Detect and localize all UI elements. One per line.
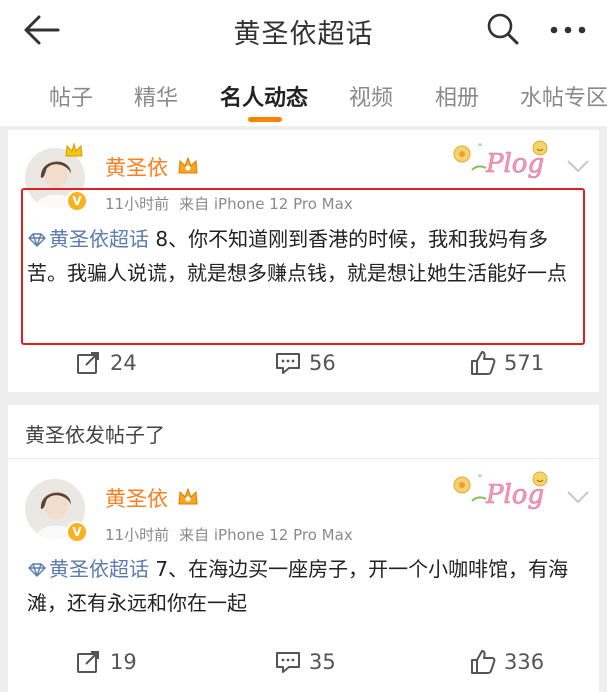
thumbs-up-icon xyxy=(471,650,496,674)
search-icon[interactable] xyxy=(486,12,520,46)
tab-celebrity-updates[interactable]: 名人动态 xyxy=(220,80,308,112)
plog-sticker-icon: Plog xyxy=(448,136,560,184)
post-meta: 11小时前 来自 iPhone 12 Pro Max xyxy=(105,524,353,545)
topic-link[interactable]: 黄圣依超话 xyxy=(27,557,149,581)
tab-casual-posts[interactable]: 水帖专区 xyxy=(520,80,607,112)
plog-sticker-icon: Plog xyxy=(448,467,560,515)
post-card: V 黄圣依 11小时前 来自 iPhone 12 Pro Max Plog 黄圣… xyxy=(8,130,599,392)
section-title: 黄圣依发帖子了 xyxy=(25,423,165,447)
post-actions: 19 35 336 xyxy=(8,642,599,682)
like-button[interactable]: 571 xyxy=(470,343,544,383)
active-tab-indicator xyxy=(248,117,282,122)
diamond-icon xyxy=(28,563,46,577)
comment-icon xyxy=(276,353,300,374)
post-time: 11小时前 xyxy=(105,526,170,544)
tab-featured[interactable]: 精华 xyxy=(134,80,178,112)
comment-count: 35 xyxy=(309,650,336,674)
repost-count: 19 xyxy=(110,650,137,674)
comment-icon xyxy=(276,652,300,673)
like-count: 336 xyxy=(504,650,545,674)
post-source: 来自 iPhone 12 Pro Max xyxy=(179,526,353,544)
highlight-box xyxy=(21,188,585,345)
chevron-down-icon[interactable] xyxy=(565,158,591,174)
repost-icon xyxy=(77,352,99,374)
thumbs-up-icon xyxy=(471,351,496,375)
tab-posts[interactable]: 帖子 xyxy=(49,80,93,112)
chevron-down-icon[interactable] xyxy=(565,489,591,505)
top-bar: 黄圣依超话 xyxy=(0,0,607,64)
like-button[interactable]: 336 xyxy=(470,642,544,682)
post-card: 黄圣依发帖子了 V 黄圣依 11小时前来自 iPhone 12 Pro Max xyxy=(8,405,599,692)
post-actions: 24 56 571 xyxy=(8,343,599,383)
repost-button[interactable]: 19 xyxy=(76,642,137,682)
comment-button[interactable]: 35 xyxy=(275,642,336,682)
author-name[interactable]: 黄圣依 xyxy=(105,152,168,182)
author-name[interactable]: 黄圣依 xyxy=(105,483,168,513)
topic-label: 黄圣依超话 xyxy=(49,557,149,581)
crown-icon xyxy=(64,142,84,158)
supertopic-page: 黄圣依超话 帖子 精华 名人动态 视频 相册 水帖专区 V 黄圣依 11小时前 … xyxy=(0,0,607,692)
more-icon[interactable] xyxy=(548,14,588,44)
tab-videos[interactable]: 视频 xyxy=(349,80,393,112)
like-count: 571 xyxy=(504,351,545,375)
repost-count: 24 xyxy=(110,351,137,375)
repost-button[interactable]: 24 xyxy=(76,343,137,383)
verified-badge-icon: V xyxy=(66,521,88,543)
vip-crown-icon xyxy=(176,486,200,508)
comment-count: 56 xyxy=(309,351,336,375)
tab-bar: 帖子 精华 名人动态 视频 相册 水帖专区 xyxy=(0,64,607,126)
vip-crown-icon xyxy=(176,155,200,177)
divider xyxy=(8,458,599,459)
comment-button[interactable]: 56 xyxy=(275,343,336,383)
post-text[interactable]: 黄圣依超话 7、在海边买一座房子，开一个小咖啡馆，有海滩，还有永远和你在一起 xyxy=(27,552,579,620)
repost-icon xyxy=(77,651,99,673)
tab-album[interactable]: 相册 xyxy=(435,80,479,112)
